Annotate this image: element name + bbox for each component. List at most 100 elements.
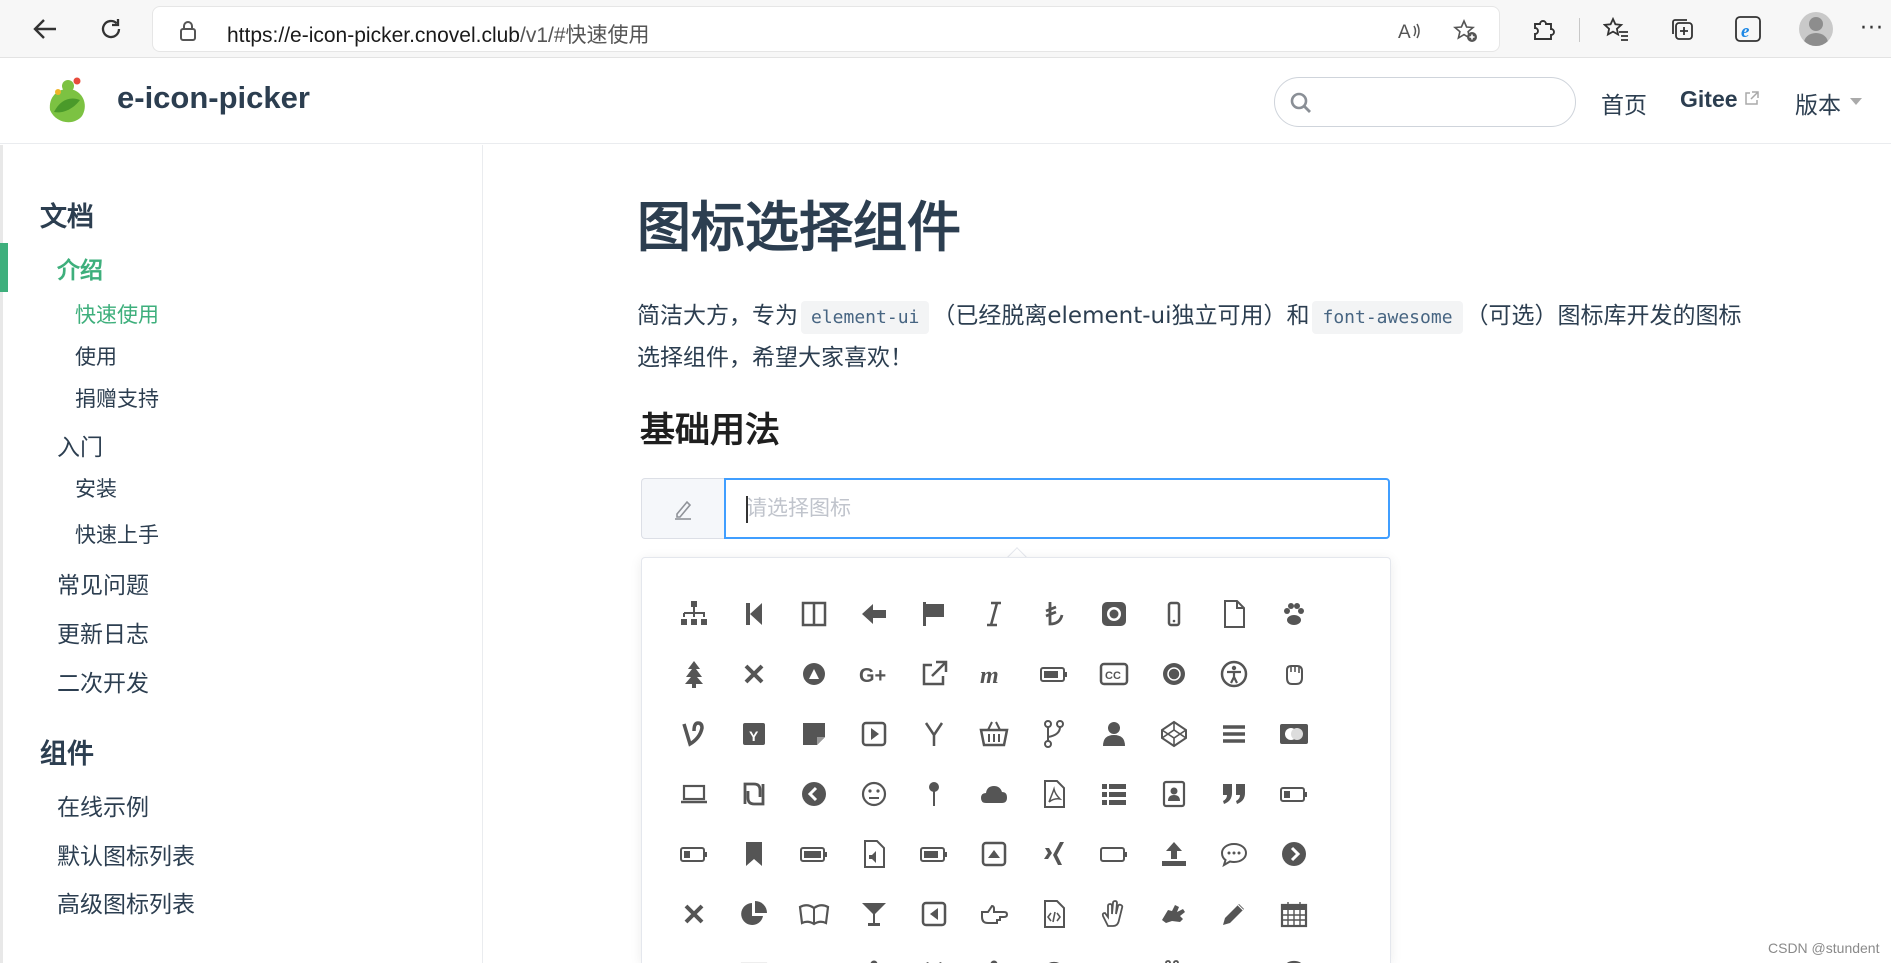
flag-icon[interactable]	[904, 584, 964, 644]
commenting-o-icon[interactable]	[1204, 824, 1264, 884]
quote-right-icon[interactable]	[1204, 764, 1264, 824]
address-book-icon[interactable]	[1144, 764, 1204, 824]
collections-button[interactable]	[1664, 11, 1700, 47]
times-icon[interactable]	[724, 644, 784, 704]
sidebar-item-changelog[interactable]: 更新日志	[57, 615, 149, 649]
ie-mode-button[interactable]: e	[1730, 11, 1766, 47]
tree-icon[interactable]	[664, 644, 724, 704]
reload-button[interactable]	[93, 11, 129, 47]
xing-icon[interactable]	[1024, 824, 1084, 884]
chrome-icon[interactable]	[1264, 944, 1324, 963]
hand-rock-o-icon[interactable]	[1264, 644, 1324, 704]
sidebar-item-intro[interactable]: 介绍	[57, 251, 103, 285]
asl-icon[interactable]	[1084, 944, 1144, 963]
play-square-o-icon[interactable]	[844, 704, 904, 764]
chevron-circle-right-icon[interactable]	[1264, 824, 1324, 884]
sidebar-item-install[interactable]: 安装	[75, 473, 117, 503]
paw-icon[interactable]	[1264, 584, 1324, 644]
sitemap-icon[interactable]	[664, 584, 724, 644]
file-code-o-icon[interactable]	[1024, 884, 1084, 944]
sidebar-item-secondary-dev[interactable]: 二次开发	[57, 664, 149, 698]
icon-picker[interactable]	[641, 478, 1390, 539]
sidebar-item-donate[interactable]: 捐赠支持	[75, 383, 159, 413]
sidebar-heading-docs[interactable]: 文档	[40, 195, 94, 234]
code-fork-icon[interactable]	[1024, 704, 1084, 764]
map-pin-icon[interactable]	[904, 764, 964, 824]
url-text[interactable]: https://e-icon-picker.cnovel.club/v1/#快速…	[227, 19, 650, 49]
back-button[interactable]	[27, 11, 63, 47]
favorites-button[interactable]	[1598, 11, 1634, 47]
picker-input-wrapper[interactable]	[724, 478, 1390, 539]
hand-o-right-icon[interactable]	[964, 884, 1024, 944]
list-icon[interactable]	[1084, 764, 1144, 824]
nav-version[interactable]: 版本	[1795, 86, 1841, 120]
caret-square-o-up-icon[interactable]	[964, 824, 1024, 884]
pie-chart-icon[interactable]	[724, 884, 784, 944]
hand-peace-icon[interactable]	[1144, 944, 1204, 963]
sidebar-item-quick-use[interactable]: 快速使用	[75, 299, 159, 329]
google-plus-icon[interactable]: G+	[844, 644, 904, 704]
profile-avatar[interactable]	[1799, 12, 1833, 46]
site-title[interactable]: e-icon-picker	[117, 80, 310, 116]
battery-three-quarters-icon[interactable]	[1024, 644, 1084, 704]
calendar-icon[interactable]	[1264, 884, 1324, 944]
sidebar-item-quick-start[interactable]: 快速上手	[75, 519, 159, 549]
sidebar-item-online-examples[interactable]: 在线示例	[57, 788, 149, 822]
first-order-icon[interactable]	[1144, 644, 1204, 704]
code-icon[interactable]	[1204, 944, 1264, 963]
extensions-button[interactable]	[1525, 11, 1561, 47]
pencil-icon[interactable]	[1204, 884, 1264, 944]
upload-icon[interactable]	[1144, 824, 1204, 884]
step-backward-icon[interactable]	[724, 584, 784, 644]
universal-access-icon[interactable]	[1204, 644, 1264, 704]
cc-icon[interactable]: CC	[1084, 644, 1144, 704]
clock-o-icon[interactable]	[1024, 944, 1084, 963]
female-icon[interactable]	[964, 944, 1024, 963]
vine-icon[interactable]	[664, 704, 724, 764]
times-icon[interactable]	[664, 884, 724, 944]
battery-full-icon[interactable]	[784, 824, 844, 884]
file-pdf-o-icon[interactable]	[1024, 764, 1084, 824]
artstation-icon[interactable]	[784, 644, 844, 704]
y-combinator-icon[interactable]	[904, 704, 964, 764]
github-square-icon[interactable]	[1084, 584, 1144, 644]
minus-icon[interactable]	[784, 944, 844, 963]
sidebar-heading-components[interactable]: 组件	[40, 732, 94, 771]
battery-three-quarters-icon[interactable]	[904, 824, 964, 884]
logo[interactable]	[44, 76, 92, 126]
hand-spock-o-icon[interactable]	[1084, 884, 1144, 944]
address-bar[interactable]: https://e-icon-picker.cnovel.club/v1/#快速…	[152, 6, 1500, 52]
sidebar-item-default-icons[interactable]: 默认图标列表	[57, 837, 195, 871]
external-link-icon[interactable]	[904, 644, 964, 704]
sidebar-item-getting-started[interactable]: 入门	[57, 428, 103, 462]
bars-icon[interactable]	[1204, 704, 1264, 764]
add-favorite-icon[interactable]	[1453, 19, 1477, 43]
sticky-note-icon[interactable]	[784, 704, 844, 764]
italic-icon[interactable]	[964, 584, 1024, 644]
cloud-icon[interactable]	[964, 764, 1024, 824]
table-icon[interactable]	[724, 944, 784, 963]
site-search[interactable]	[1274, 77, 1576, 127]
site-search-input[interactable]	[1325, 86, 1565, 118]
caret-square-o-left-icon[interactable]	[904, 884, 964, 944]
chevron-circle-left-icon[interactable]	[784, 764, 844, 824]
read-aloud-icon[interactable]: A	[1397, 19, 1421, 43]
chevron-down-icon[interactable]	[1850, 98, 1862, 105]
meanpath-icon[interactable]: m	[964, 644, 1024, 704]
nav-home[interactable]: 首页	[1601, 86, 1647, 120]
more-menu-button[interactable]: ···	[1860, 16, 1884, 41]
shekel-icon[interactable]	[724, 764, 784, 824]
turkish-lira-icon[interactable]	[1024, 584, 1084, 644]
github-alt-icon[interactable]	[904, 944, 964, 963]
file-o-icon[interactable]	[1204, 584, 1264, 644]
filter-icon[interactable]	[664, 944, 724, 963]
battery-quarter-icon[interactable]	[1264, 764, 1324, 824]
sign-language-icon[interactable]	[1144, 884, 1204, 944]
y-combinator-square-icon[interactable]: Y	[724, 704, 784, 764]
nav-gitee[interactable]: Gitee	[1680, 86, 1759, 113]
cc-mastercard-icon[interactable]	[1264, 704, 1324, 764]
file-audio-o-icon[interactable]	[844, 824, 904, 884]
arrow-left-icon[interactable]	[844, 584, 904, 644]
laptop-icon[interactable]	[664, 764, 724, 824]
icon-picker-input[interactable]	[746, 494, 1346, 524]
